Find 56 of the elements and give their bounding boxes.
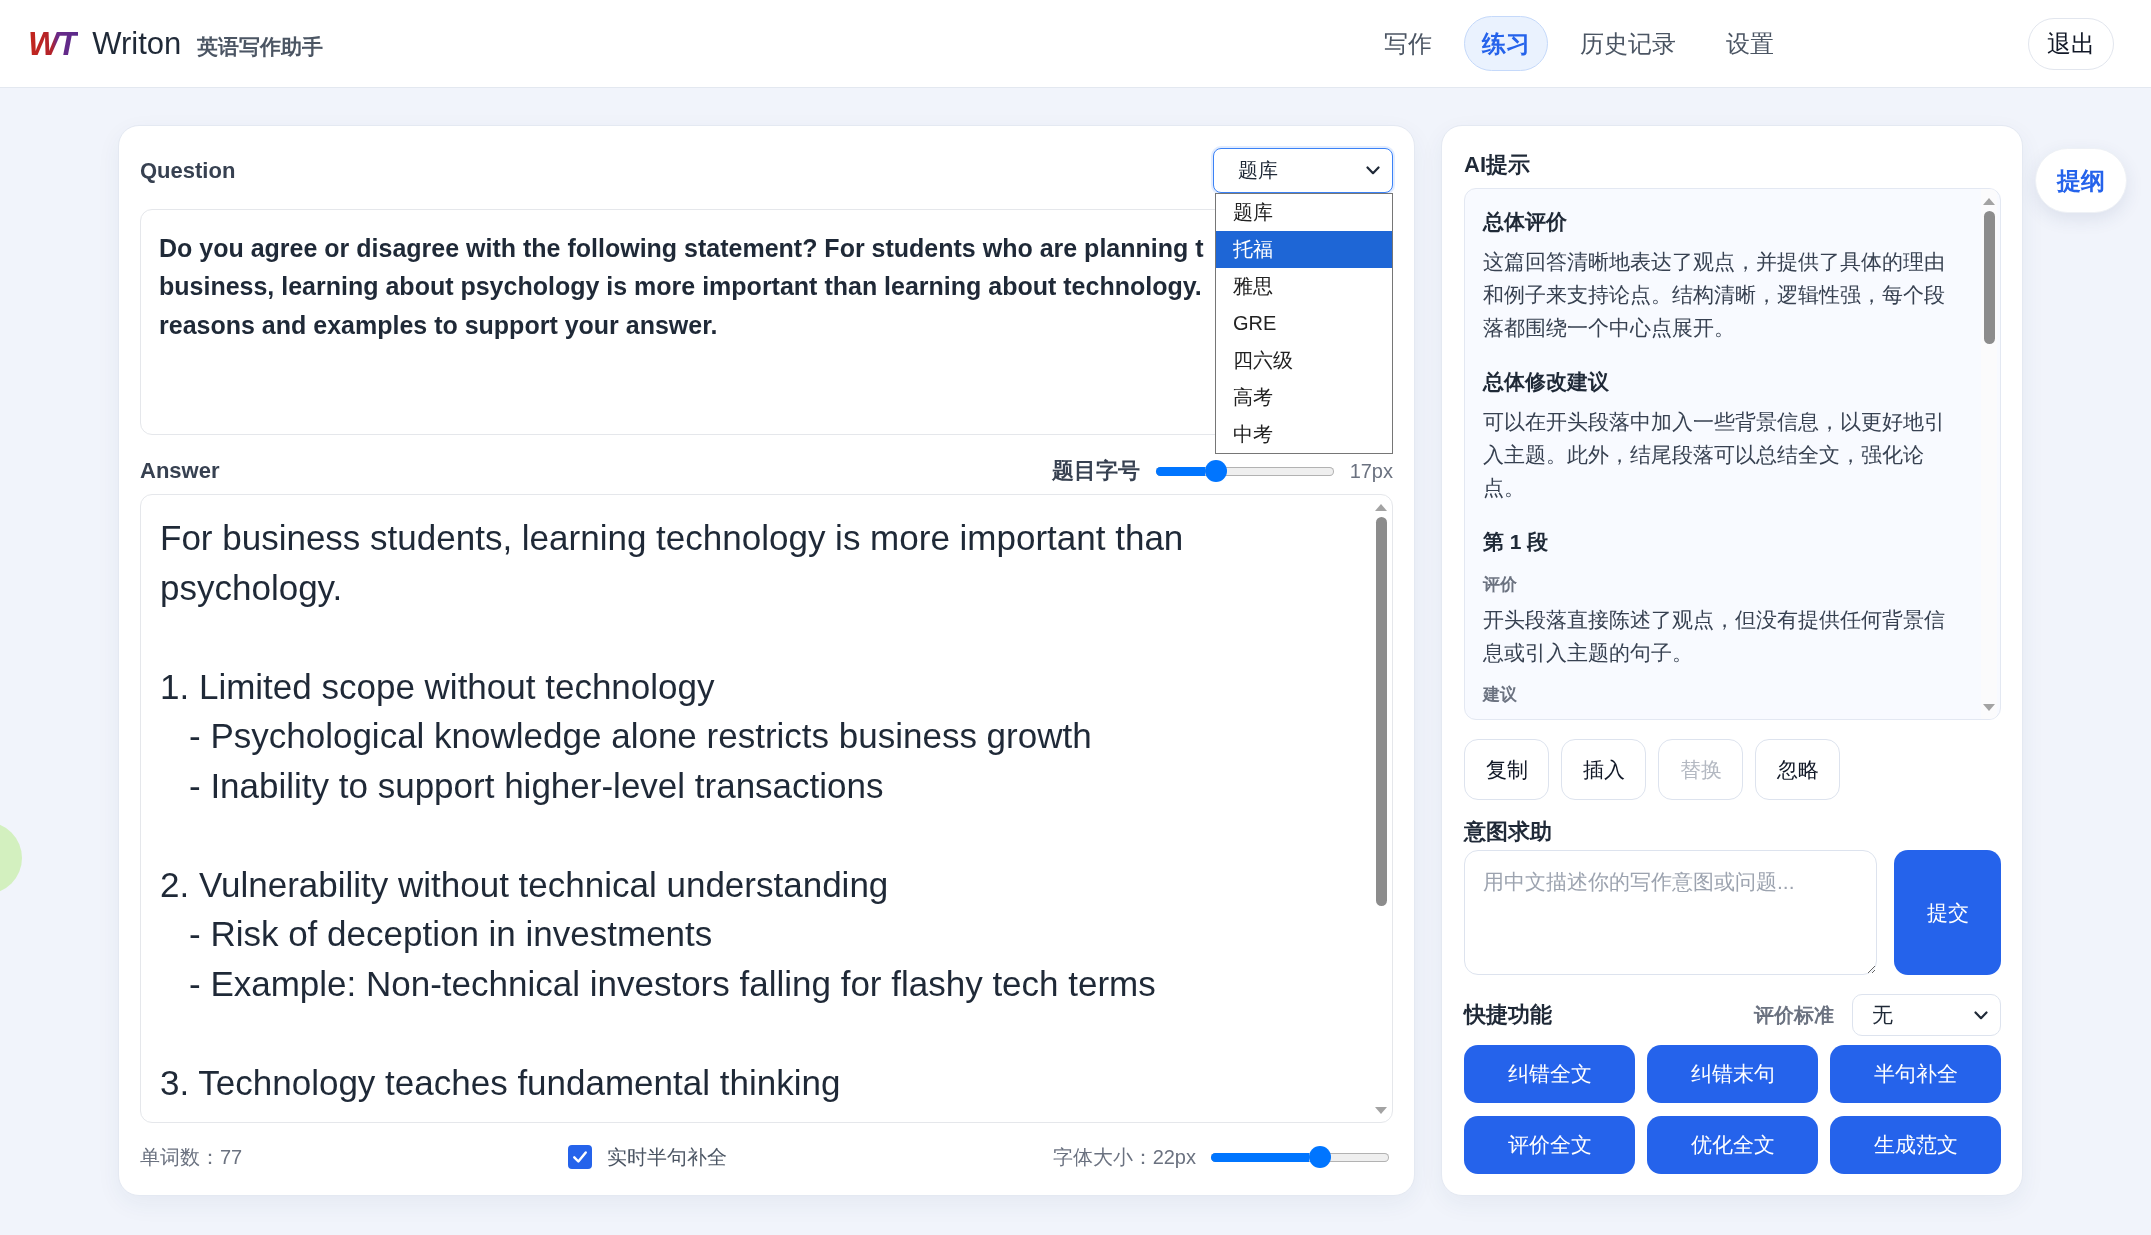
dropdown-option[interactable]: 四六级 xyxy=(1216,342,1392,379)
intent-title: 意图求助 xyxy=(1464,818,1553,846)
quick-action-button[interactable]: 评价全文 xyxy=(1464,1116,1635,1174)
word-count: 单词数：77 xyxy=(140,1144,243,1170)
quick-action-button[interactable]: 半句补全 xyxy=(1830,1045,2001,1103)
action-button[interactable]: 忽略 xyxy=(1755,739,1840,800)
nav-tab[interactable]: 设置 xyxy=(1708,16,1792,71)
hint-label: 评价 xyxy=(1483,574,1518,596)
outline-button[interactable]: 提纲 xyxy=(2035,148,2127,213)
checkbox[interactable] xyxy=(567,1145,592,1169)
answer-field[interactable]: For business students, learning technology is more important than psychology. 1. Limited scope without technology - Psychological knowledge alone restricts business growth - Inability to support higher-level transactions 2. Vulnerability without technical understanding - Risk of deception in investments - Example: Non-technical investors falling for flashy tech terms 3. Technology teaches fundamental thinking xyxy=(140,494,1393,1123)
criteria-select[interactable]: 无 xyxy=(1852,994,2001,1036)
question-source-select[interactable]: 题库 xyxy=(1213,148,1393,193)
quick-action-button[interactable]: 优化全文 xyxy=(1647,1116,1818,1174)
hint-text: 这篇回答清晰地表达了观点，并提供了具体的理由和例子来支持论点。结构清晰，逻辑性强，每个段落都围绕一个中心点展开。 xyxy=(1483,249,1946,341)
checkmark-icon xyxy=(570,1148,589,1166)
quick-action-button[interactable]: 纠错末句 xyxy=(1647,1045,1818,1103)
font-size-label: 字体大小：22px xyxy=(1052,1144,1196,1170)
slider-thumb[interactable] xyxy=(1205,460,1228,482)
hint-text: 开头段落直接陈述了观点，但没有提供任何背景信息或引入主题的句子。 xyxy=(1483,607,1946,666)
hint-heading: 总体评价 xyxy=(1483,209,1568,235)
question-font-size-label: 题目字号 xyxy=(1051,457,1140,485)
chevron-down-icon xyxy=(1366,166,1380,175)
font-size-reading: 17px xyxy=(1349,459,1393,483)
action-button[interactable]: 插入 xyxy=(1561,739,1646,800)
quick-action-button[interactable]: 生成范文 xyxy=(1830,1116,2001,1174)
scrollbar[interactable] xyxy=(1981,189,1997,719)
dropdown-option[interactable]: 中考 xyxy=(1216,416,1392,453)
hint-heading: 总体修改建议 xyxy=(1483,369,1610,395)
logout-button[interactable]: 退出 xyxy=(2028,17,2114,70)
panel-title: AI提示 xyxy=(1464,151,1531,179)
hint-heading: 第 1 段 xyxy=(1483,529,1550,555)
chevron-down-icon xyxy=(1974,1010,1988,1020)
action-button[interactable]: 复制 xyxy=(1464,739,1549,800)
quick-title: 快捷功能 xyxy=(1464,1001,1552,1029)
quick-action-button[interactable]: 纠错全文 xyxy=(1464,1045,1635,1103)
question-label: Question xyxy=(140,157,236,184)
question-text: Do you agree or disagree with the following statement? For students who are planning t business, learning about psychology is more important than learning about technology. reasons and examples to support your answer. xyxy=(159,233,1204,341)
nav-tab[interactable]: 练习 xyxy=(1464,16,1548,71)
submit-button[interactable]: 提交 xyxy=(1894,850,2001,975)
nav-tab[interactable]: 历史记录 xyxy=(1562,16,1694,71)
nav-tab[interactable]: 写作 xyxy=(1366,16,1450,71)
app-name: Writon xyxy=(92,25,182,62)
hint-text: 可以在开头段落中加入一些背景信息，以更好地引入主题。此外，结尾段落可以总结全文，强化论点。 xyxy=(1483,409,1946,501)
dropdown-option[interactable]: 雅思 xyxy=(1216,268,1392,305)
dropdown-option[interactable]: 题库 xyxy=(1216,194,1392,231)
dropdown-option[interactable]: 托福 xyxy=(1216,231,1392,268)
dropdown-option[interactable]: GRE xyxy=(1216,305,1392,342)
intent-input[interactable]: 用中文描述你的写作意图或问题... xyxy=(1464,850,1877,975)
checkbox-label: 实时半句补全 xyxy=(606,1144,727,1170)
dropdown-option[interactable]: 高考 xyxy=(1216,379,1392,416)
slider-thumb[interactable] xyxy=(1308,1146,1331,1168)
app-subtitle: 英语写作助手 xyxy=(197,33,324,60)
criteria-label: 评价标准 xyxy=(1754,1002,1834,1028)
answer-label: Answer xyxy=(140,458,220,484)
hint-label: 建议 xyxy=(1483,684,1518,706)
